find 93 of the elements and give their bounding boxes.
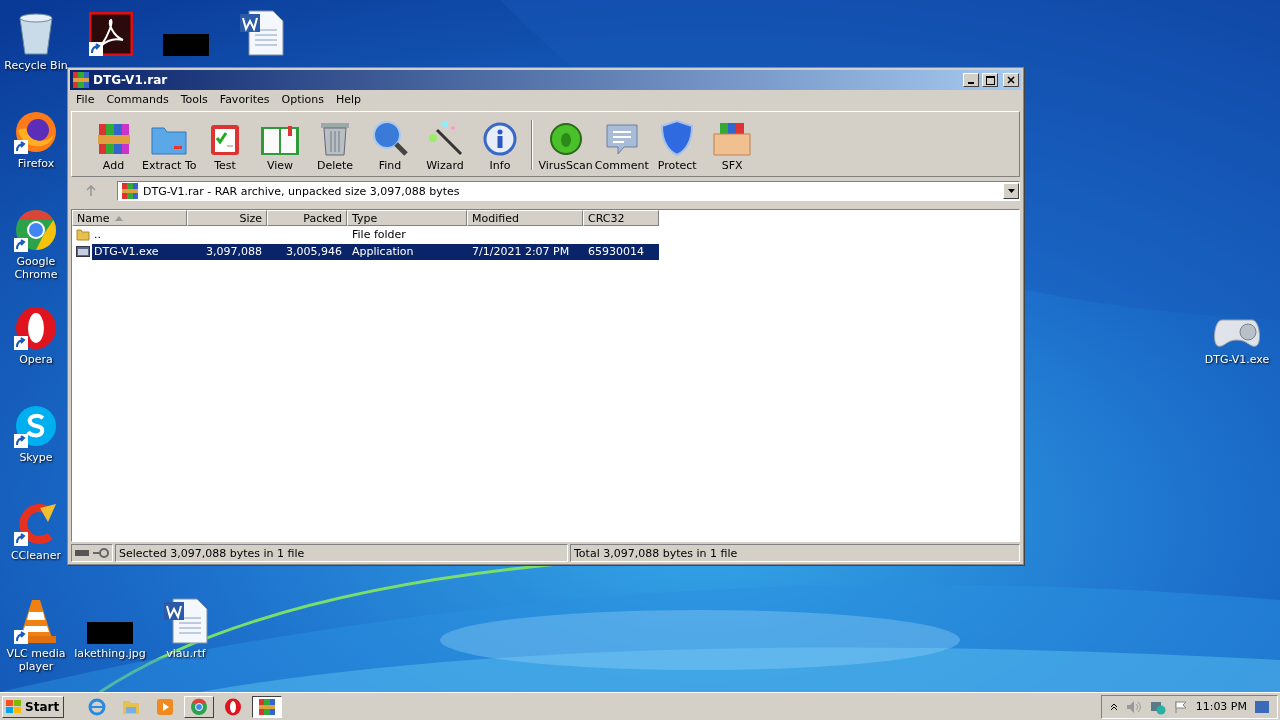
word-document-icon: [239, 10, 285, 56]
acrobat-icon: [89, 12, 133, 56]
start-button[interactable]: Start: [2, 695, 65, 718]
status-text: Selected 3,097,088 bytes in 1 file: [115, 544, 568, 562]
toolbar-button[interactable]: Delete: [307, 118, 363, 172]
minimize-button[interactable]: [963, 73, 979, 87]
chrome-icon: [190, 697, 209, 716]
table-cell: Application: [347, 243, 467, 260]
column-header[interactable]: Modified: [467, 210, 583, 226]
table-cell: 3,005,946: [267, 243, 347, 260]
word-document-icon: [163, 598, 209, 644]
opera-icon: [14, 306, 58, 350]
winrar-icon: [258, 697, 277, 716]
desktop-icon-label[interactable]: viau.rtf: [166, 647, 206, 660]
toolbar-button[interactable]: Comment: [593, 118, 650, 172]
maximize-icon: [985, 75, 995, 85]
menu-item[interactable]: Options: [275, 93, 330, 106]
menu-item[interactable]: Tools: [174, 93, 214, 106]
toolbar-button[interactable]: Test: [197, 118, 253, 172]
file-name[interactable]: ..: [92, 226, 187, 243]
desktop-icon-label[interactable]: Firefox: [17, 157, 55, 170]
toolbar-button[interactable]: Wizard: [417, 118, 473, 172]
chevron-up-icon[interactable]: [1109, 702, 1118, 711]
column-header[interactable]: CRC32: [583, 210, 659, 226]
table-cell: 65930014: [583, 243, 659, 260]
show-desktop-icon[interactable]: [1255, 700, 1269, 713]
close-button[interactable]: [1003, 73, 1019, 87]
chrome-icon: [14, 208, 58, 252]
table-cell-text: File folder: [351, 227, 407, 243]
info-icon: [483, 122, 517, 156]
application-icon: [76, 246, 90, 257]
address-field[interactable]: DTG-V1.rar - RAR archive, unpacked size 3,097,088 bytes: [117, 181, 1020, 201]
play-icon: [156, 697, 175, 716]
winrar-icon: [72, 71, 90, 89]
desktop-icon-label[interactable]: CCleaner: [10, 549, 62, 562]
folder-icon: [150, 124, 189, 156]
clock[interactable]: 11:03 PM: [1195, 700, 1247, 713]
magic-wand-icon: [427, 120, 463, 156]
desktop-icon-label[interactable]: lakething.jpg: [74, 647, 146, 660]
flag-icon[interactable]: [1173, 699, 1188, 714]
toolbar-button[interactable]: Find: [362, 118, 418, 172]
key-icon: [93, 548, 109, 558]
skype-icon: [14, 404, 58, 448]
toolbar-button[interactable]: View: [252, 118, 308, 172]
box-icon: [712, 122, 753, 156]
toolbar-button[interactable]: Protect: [649, 118, 705, 172]
dropdown-arrow-icon[interactable]: [1007, 189, 1015, 193]
toolbar-button[interactable]: Add: [86, 118, 141, 172]
maximize-button[interactable]: [982, 73, 998, 87]
thumbnail-icon: [87, 622, 133, 644]
internet-explorer-icon: [88, 697, 107, 716]
status-text: Total 3,097,088 bytes in 1 file: [570, 544, 1020, 562]
toolbar-button[interactable]: Extract To: [141, 118, 198, 172]
winrar-icon: [121, 182, 139, 200]
taskbar-button[interactable]: [252, 695, 283, 718]
table-cell: 3,097,088: [187, 243, 267, 260]
book-icon: [260, 124, 300, 156]
column-header[interactable]: Size: [187, 210, 267, 226]
desktop-icon-label[interactable]: Recycle Bin: [4, 59, 68, 72]
table-cell: 7/1/2021 2:07 PM: [467, 243, 583, 260]
folder-icon: [122, 698, 141, 715]
windows-logo-icon: [5, 698, 23, 715]
menu-item[interactable]: Help: [329, 93, 368, 106]
desktop-icon-label[interactable]: Skype: [19, 451, 53, 464]
toolbar-button[interactable]: VirusScan: [537, 118, 594, 172]
firefox-icon: [14, 110, 58, 154]
desktop-icon-label[interactable]: VLC media player: [4, 647, 68, 673]
speech-bubble-icon: [603, 122, 640, 156]
bug-icon: [548, 122, 583, 156]
column-header[interactable]: Name: [72, 210, 187, 226]
menu-item[interactable]: Favorites: [213, 93, 276, 106]
shield-icon: [661, 120, 694, 156]
recycle-bin-icon: [16, 12, 56, 56]
drive-icon: [75, 550, 89, 556]
clipboard-icon: [210, 122, 240, 156]
toolbar-button[interactable]: SFX: [704, 118, 760, 172]
column-header[interactable]: Packed: [267, 210, 347, 226]
opera-icon: [224, 697, 243, 716]
file-name[interactable]: DTG-V1.exe: [92, 243, 187, 260]
menu-item[interactable]: File: [70, 93, 101, 106]
magnifier-icon: [372, 120, 408, 156]
close-icon: [1007, 76, 1015, 84]
desktop-icon-label[interactable]: Google Chrome: [4, 255, 68, 281]
thumbnail-icon: [163, 34, 209, 56]
books-icon: [96, 122, 131, 156]
trash-can-icon: [320, 120, 350, 156]
folder-icon: [76, 228, 90, 241]
menu-item[interactable]: Commands: [100, 93, 175, 106]
desktop-icon-label[interactable]: DTG-V1.exe: [1204, 353, 1270, 366]
window-title: DTG-V1.rar: [93, 73, 169, 87]
desktop-icon-label[interactable]: Opera: [19, 353, 53, 366]
column-header[interactable]: Type: [347, 210, 467, 226]
toolbar-button[interactable]: Info: [472, 118, 528, 172]
